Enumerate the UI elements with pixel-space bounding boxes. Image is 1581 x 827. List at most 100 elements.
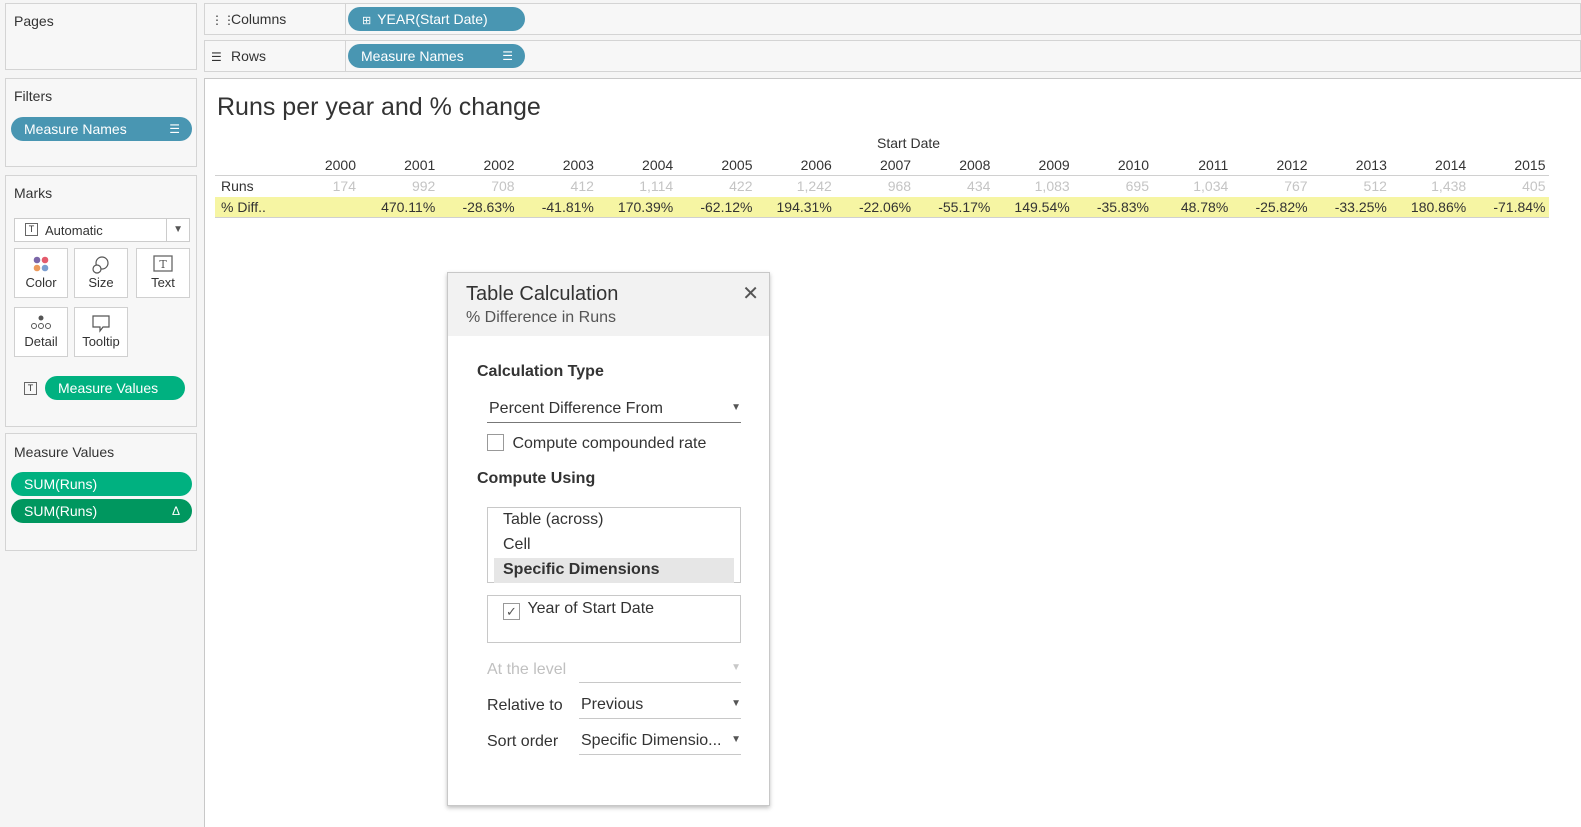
sum-runs-pill[interactable]: SUM(Runs) — [11, 472, 192, 496]
measure-values-card[interactable]: Measure Values SUM(Runs) SUM(Runs) Δ — [5, 433, 197, 551]
sort-icon: ☰ — [502, 49, 513, 63]
year-header[interactable]: 2008 — [920, 157, 990, 173]
color-icon — [15, 249, 67, 275]
year-header[interactable]: 2001 — [365, 157, 435, 173]
chevron-down-icon: ▼ — [731, 698, 741, 709]
rows-icon: ☰ — [211, 50, 222, 64]
columns-shelf[interactable]: ⋮⋮Columns ⊞ YEAR(Start Date) — [204, 3, 1581, 35]
text-icon: T — [137, 249, 189, 275]
text-button[interactable]: T Text — [136, 248, 190, 298]
runs-cell[interactable]: 1,083 — [1000, 178, 1070, 194]
measure-names-rows-pill[interactable]: Measure Names ☰ — [348, 44, 525, 68]
runs-cell[interactable]: 1,438 — [1396, 178, 1466, 194]
year-header[interactable]: 2012 — [1238, 157, 1307, 173]
mark-type-dropdown[interactable]: T Automatic ▼ — [14, 218, 190, 242]
detail-button[interactable]: Detail — [14, 307, 68, 357]
runs-cell[interactable]: 1,114 — [603, 178, 673, 194]
column-header-start-date[interactable]: Start Date — [877, 135, 940, 151]
measure-values-title: Measure Values — [14, 444, 115, 460]
row-label-pct-diff[interactable]: % Diff.. — [221, 199, 266, 215]
runs-cell[interactable]: 412 — [524, 178, 594, 194]
calculation-type-dropdown[interactable]: Percent Difference From ▼ — [487, 397, 741, 423]
runs-cell[interactable]: 1,034 — [1158, 178, 1228, 194]
runs-cell[interactable]: 1,242 — [762, 178, 832, 194]
filters-card[interactable]: Filters Measure Names ☰ — [5, 78, 197, 167]
svg-text:T: T — [159, 258, 167, 271]
pct-diff-cell[interactable]: -25.82% — [1238, 199, 1307, 215]
compute-option-cell[interactable]: Cell — [488, 533, 740, 558]
runs-cell[interactable]: 767 — [1238, 178, 1307, 194]
pct-diff-cell[interactable]: -33.25% — [1317, 199, 1387, 215]
row-label-runs[interactable]: Runs — [221, 178, 254, 194]
pct-diff-cell[interactable]: -71.84% — [1476, 199, 1545, 215]
compute-option-table-across[interactable]: Table (across) — [488, 508, 740, 533]
checkbox-icon — [487, 434, 504, 451]
year-header[interactable]: 2015 — [1476, 157, 1545, 173]
runs-cell[interactable]: 968 — [841, 178, 911, 194]
year-header[interactable]: 2000 — [286, 157, 356, 173]
year-header[interactable]: 2005 — [683, 157, 752, 173]
pct-diff-cell[interactable]: -35.83% — [1079, 199, 1149, 215]
sum-runs-table-calc-pill[interactable]: SUM(Runs) Δ — [11, 499, 192, 523]
runs-cell[interactable]: 434 — [920, 178, 990, 194]
dimension-year-of-start-date[interactable]: ✓ Year of Start Date — [503, 600, 654, 620]
size-icon — [75, 249, 127, 275]
pct-diff-cell[interactable]: 194.31% — [762, 199, 832, 215]
pct-diff-cell[interactable]: -62.12% — [683, 199, 752, 215]
tooltip-button[interactable]: Tooltip — [74, 307, 128, 357]
pct-diff-cell[interactable]: 149.54% — [1000, 199, 1069, 215]
compute-compounded-rate-checkbox[interactable]: Compute compounded rate — [487, 434, 706, 453]
year-header[interactable]: 2004 — [603, 157, 673, 173]
year-header[interactable]: 2007 — [841, 157, 911, 173]
measure-values-text-pill[interactable]: Measure Values — [45, 376, 185, 400]
relative-to-dropdown[interactable]: Previous ▼ — [579, 693, 741, 719]
at-the-level-label: At the level — [487, 661, 567, 678]
runs-cell[interactable]: 405 — [1476, 178, 1545, 194]
runs-cell[interactable]: 708 — [445, 178, 514, 194]
year-header[interactable]: 2010 — [1079, 157, 1149, 173]
year-header[interactable]: 2002 — [445, 157, 514, 173]
marks-title: Marks — [14, 185, 53, 201]
close-icon[interactable]: ✕ — [742, 281, 759, 306]
runs-cell[interactable]: 174 — [286, 178, 356, 194]
year-header[interactable]: 2003 — [524, 157, 594, 173]
year-header[interactable]: 2009 — [1000, 157, 1070, 173]
rows-shelf[interactable]: ☰ Rows Measure Names ☰ — [204, 40, 1581, 72]
pct-diff-cell[interactable]: -41.81% — [524, 199, 594, 215]
year-header[interactable]: 2013 — [1317, 157, 1387, 173]
table-row: % Diff.. 470.11% -28.63% -41.81% 170.39% -62… — [215, 197, 1549, 218]
size-button[interactable]: Size — [74, 248, 128, 298]
pct-diff-cell[interactable]: -55.17% — [920, 199, 990, 215]
filters-title: Filters — [14, 88, 53, 104]
text-shelf-icon: T — [24, 382, 37, 395]
marks-card[interactable]: Marks T Automatic ▼ Color Size T Text De… — [5, 175, 197, 427]
calculation-type-heading: Calculation Type — [477, 363, 604, 380]
year-start-date-pill[interactable]: ⊞ YEAR(Start Date) — [348, 7, 525, 31]
compute-using-list[interactable]: Table (across) Cell Specific Dimensions — [487, 507, 741, 583]
viz-canvas[interactable]: Runs per year and % change Start Date 20… — [204, 78, 1581, 827]
chevron-down-icon: ▼ — [731, 662, 741, 673]
runs-cell[interactable]: 512 — [1317, 178, 1387, 194]
pages-card[interactable]: Pages — [5, 3, 197, 70]
pct-diff-cell[interactable]: 170.39% — [603, 199, 673, 215]
year-header[interactable]: 2011 — [1158, 157, 1228, 173]
runs-cell[interactable]: 695 — [1079, 178, 1149, 194]
runs-cell[interactable]: 422 — [683, 178, 752, 194]
dimensions-list: ✓ Year of Start Date — [487, 595, 741, 643]
year-header-row: 2000 2001 2002 2003 2004 2005 2006 2007 2008 2009… — [215, 155, 1549, 176]
pct-diff-cell[interactable]: 48.78% — [1158, 199, 1228, 215]
compute-option-specific-dimensions[interactable]: Specific Dimensions — [494, 558, 734, 583]
pct-diff-cell[interactable]: -28.63% — [445, 199, 514, 215]
year-header[interactable]: 2006 — [762, 157, 832, 173]
dialog-title: Table Calculation — [466, 283, 619, 305]
runs-cell[interactable]: 992 — [365, 178, 435, 194]
at-the-level-dropdown[interactable]: ▼ — [579, 657, 741, 683]
pct-diff-cell[interactable]: -22.06% — [841, 199, 911, 215]
pct-diff-cell[interactable]: 470.11% — [365, 199, 435, 215]
year-header[interactable]: 2014 — [1396, 157, 1466, 173]
measure-names-filter-pill[interactable]: Measure Names ☰ — [11, 117, 192, 141]
chevron-down-icon: ▼ — [731, 734, 741, 745]
color-button[interactable]: Color — [14, 248, 68, 298]
sort-order-dropdown[interactable]: Specific Dimensio... ▼ — [579, 729, 741, 755]
pct-diff-cell[interactable]: 180.86% — [1396, 199, 1466, 215]
